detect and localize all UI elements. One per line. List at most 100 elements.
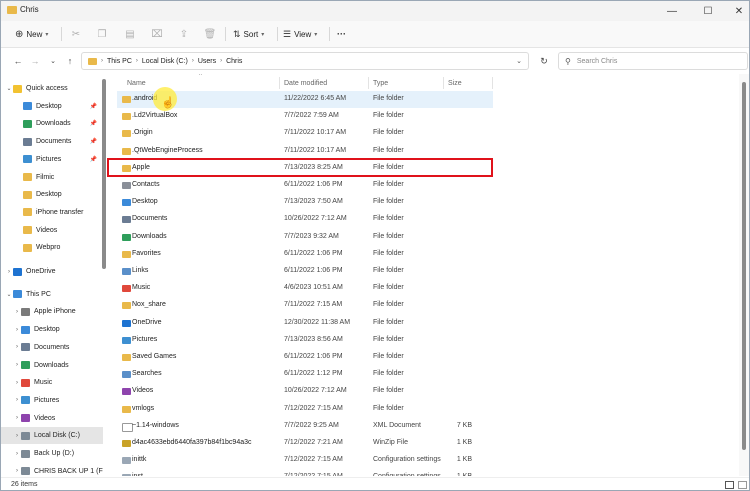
folder-icon: [122, 113, 131, 121]
nav-quick-item[interactable]: Pictures 📌: [1, 151, 103, 168]
folder-icon: [23, 226, 32, 235]
nav-pc-item[interactable]: › CHRIS BACK UP 1 (F:): [1, 463, 103, 476]
column-header-size[interactable]: Size: [448, 76, 462, 90]
address-bar[interactable]: › This PC › Local Disk (C:) › Users › Ch…: [81, 52, 529, 70]
file-row[interactable]: Contacts 6/11/2022 1:06 PM File folder: [117, 177, 493, 194]
rename-icon[interactable]: ⌧: [150, 27, 164, 41]
nav-item-label: Local Disk (C:): [34, 432, 80, 440]
nav-quick-item[interactable]: Downloads 📌: [1, 115, 103, 132]
forward-arrow-icon[interactable]: →: [28, 55, 42, 67]
navigation-scrollbar[interactable]: [102, 79, 106, 269]
file-row[interactable]: .Ld2VirtualBox 7/7/2022 7:59 AM File folde…: [117, 108, 493, 125]
toolbar-divider: [61, 27, 62, 41]
chevron-down-icon[interactable]: ⌄: [5, 291, 13, 298]
copy-icon[interactable]: ❐: [95, 27, 109, 41]
nav-quick-item[interactable]: Filmic: [1, 169, 103, 186]
column-divider[interactable]: [368, 77, 369, 89]
chevron-down-icon[interactable]: ⌄: [516, 57, 522, 65]
breadcrumb-chris[interactable]: Chris: [226, 58, 242, 65]
nav-quick-access[interactable]: ⌄ Quick access: [1, 80, 103, 97]
file-row[interactable]: Favorites 6/11/2022 1:06 PM File folder: [117, 246, 493, 263]
refresh-icon[interactable]: ↻: [537, 55, 551, 67]
nav-pc-item[interactable]: › Apple iPhone: [1, 303, 103, 320]
column-divider[interactable]: [443, 77, 444, 89]
details-view-icon[interactable]: [725, 481, 734, 489]
file-row[interactable]: Saved Games 6/11/2022 1:06 PM File folder: [117, 349, 493, 366]
file-row[interactable]: Documents 10/26/2022 7:12 AM File folder: [117, 211, 493, 228]
breadcrumb-this-pc[interactable]: This PC: [107, 58, 132, 65]
chevron-right-icon[interactable]: ›: [5, 269, 13, 275]
chevron-right-icon[interactable]: ›: [13, 451, 21, 457]
file-row[interactable]: inittk 7/12/2022 7:15 AM Configuration set…: [117, 452, 493, 469]
file-row[interactable]: Desktop 7/13/2023 7:50 AM File folder: [117, 194, 493, 211]
column-header-type[interactable]: Type: [373, 76, 388, 90]
scrollbar-thumb[interactable]: [742, 82, 746, 450]
chevron-right-icon[interactable]: ›: [13, 380, 21, 386]
nav-quick-item[interactable]: Webpro: [1, 239, 103, 256]
file-list-scrollbar[interactable]: [739, 74, 749, 476]
delete-icon[interactable]: 🗑: [203, 27, 217, 41]
nav-pc-item[interactable]: › Documents: [1, 339, 103, 356]
file-row[interactable]: .Origin 7/11/2022 10:17 AM File folder: [117, 125, 493, 142]
nav-pc-item[interactable]: › Videos: [1, 410, 103, 427]
chevron-right-icon[interactable]: ›: [13, 397, 21, 403]
chevron-right-icon[interactable]: ›: [13, 327, 21, 333]
minimize-button[interactable]: —: [656, 1, 688, 21]
nav-pc-item[interactable]: › Local Disk (C:): [1, 427, 103, 445]
close-button[interactable]: ✕: [723, 1, 749, 21]
breadcrumb-local-disk[interactable]: Local Disk (C:): [142, 58, 188, 65]
chevron-right-icon[interactable]: ›: [13, 415, 21, 421]
chevron-right-icon[interactable]: ›: [13, 309, 21, 315]
sort-button[interactable]: ⇅ Sort ▾: [233, 27, 264, 41]
chevron-right-icon[interactable]: ›: [13, 344, 21, 350]
maximize-button[interactable]: ☐: [692, 1, 724, 21]
nav-pc-item[interactable]: › Downloads: [1, 357, 103, 374]
file-row[interactable]: Links 6/11/2022 1:06 PM File folder: [117, 263, 493, 280]
nav-quick-item[interactable]: iPhone transfer: [1, 204, 103, 221]
chevron-right-icon[interactable]: ›: [13, 362, 21, 368]
chevron-right-icon[interactable]: ›: [13, 468, 21, 474]
file-size: 1 KB: [456, 456, 472, 464]
file-row[interactable]: Videos 10/26/2022 7:12 AM File folder: [117, 383, 493, 400]
nav-onedrive[interactable]: › OneDrive: [1, 263, 103, 280]
chevron-down-icon[interactable]: ⌄: [5, 85, 13, 92]
tiles-view-icon[interactable]: [738, 481, 747, 489]
file-row[interactable]: d4ac4633ebd6440fa397b84f1bc94a3c 7/12/202…: [117, 435, 493, 452]
up-arrow-icon[interactable]: ↑: [63, 55, 77, 67]
column-divider[interactable]: [492, 77, 493, 89]
more-options-button[interactable]: ···: [337, 27, 346, 41]
share-icon[interactable]: ⇪: [177, 27, 191, 41]
search-input[interactable]: ⚲ Search Chris: [558, 52, 748, 70]
nav-pc-item[interactable]: › Music: [1, 374, 103, 391]
new-button[interactable]: ⊕ New ▾: [15, 27, 48, 41]
paste-icon[interactable]: ▤: [123, 27, 137, 41]
column-header-date[interactable]: Date modified: [284, 76, 327, 90]
file-row[interactable]: vmlogs 7/12/2022 7:15 AM File folder: [117, 401, 493, 418]
file-row[interactable]: inst7/12/2022 7:15 AMConfiguration setti…: [117, 469, 493, 476]
column-header-name[interactable]: Name: [127, 76, 146, 90]
file-date: 7/7/2023 9:32 AM: [284, 232, 339, 240]
nav-quick-item[interactable]: Desktop: [1, 186, 103, 203]
view-button[interactable]: ☰ View ▾: [283, 27, 317, 41]
chevron-down-icon[interactable]: ⌄: [46, 55, 60, 67]
nav-this-pc[interactable]: ⌄ This PC: [1, 286, 103, 303]
breadcrumb-users[interactable]: Users: [198, 58, 216, 65]
nav-quick-item[interactable]: Videos: [1, 222, 103, 239]
chevron-right-icon[interactable]: ›: [13, 433, 21, 439]
file-row[interactable]: Music 4/6/2023 10:51 AM File folder: [117, 280, 493, 297]
back-arrow-icon[interactable]: ←: [11, 55, 25, 67]
nav-pc-item[interactable]: › Pictures: [1, 392, 103, 409]
file-row[interactable]: ~1.14-windows 7/7/2022 9:25 AM XML Documen…: [117, 418, 493, 435]
file-row[interactable]: Downloads 7/7/2023 9:32 AM File folder: [117, 229, 493, 246]
nav-pc-item[interactable]: › Desktop: [1, 321, 103, 338]
chevron-down-icon: ▾: [314, 31, 318, 38]
file-row[interactable]: Nox_share 7/11/2022 7:15 AM File folder: [117, 297, 493, 314]
cut-icon[interactable]: ✂: [69, 27, 83, 41]
column-divider[interactable]: [279, 77, 280, 89]
nav-quick-item[interactable]: Documents 📌: [1, 133, 103, 150]
nav-quick-item[interactable]: Desktop 📌: [1, 98, 103, 115]
file-row[interactable]: OneDrive 12/30/2022 11:38 AM File folder: [117, 315, 493, 332]
file-row[interactable]: Pictures 7/13/2023 8:56 AM File folder: [117, 332, 493, 349]
nav-pc-item[interactable]: › Back Up (D:): [1, 445, 103, 462]
file-row[interactable]: Searches 6/11/2022 1:12 PM File folder: [117, 366, 493, 383]
